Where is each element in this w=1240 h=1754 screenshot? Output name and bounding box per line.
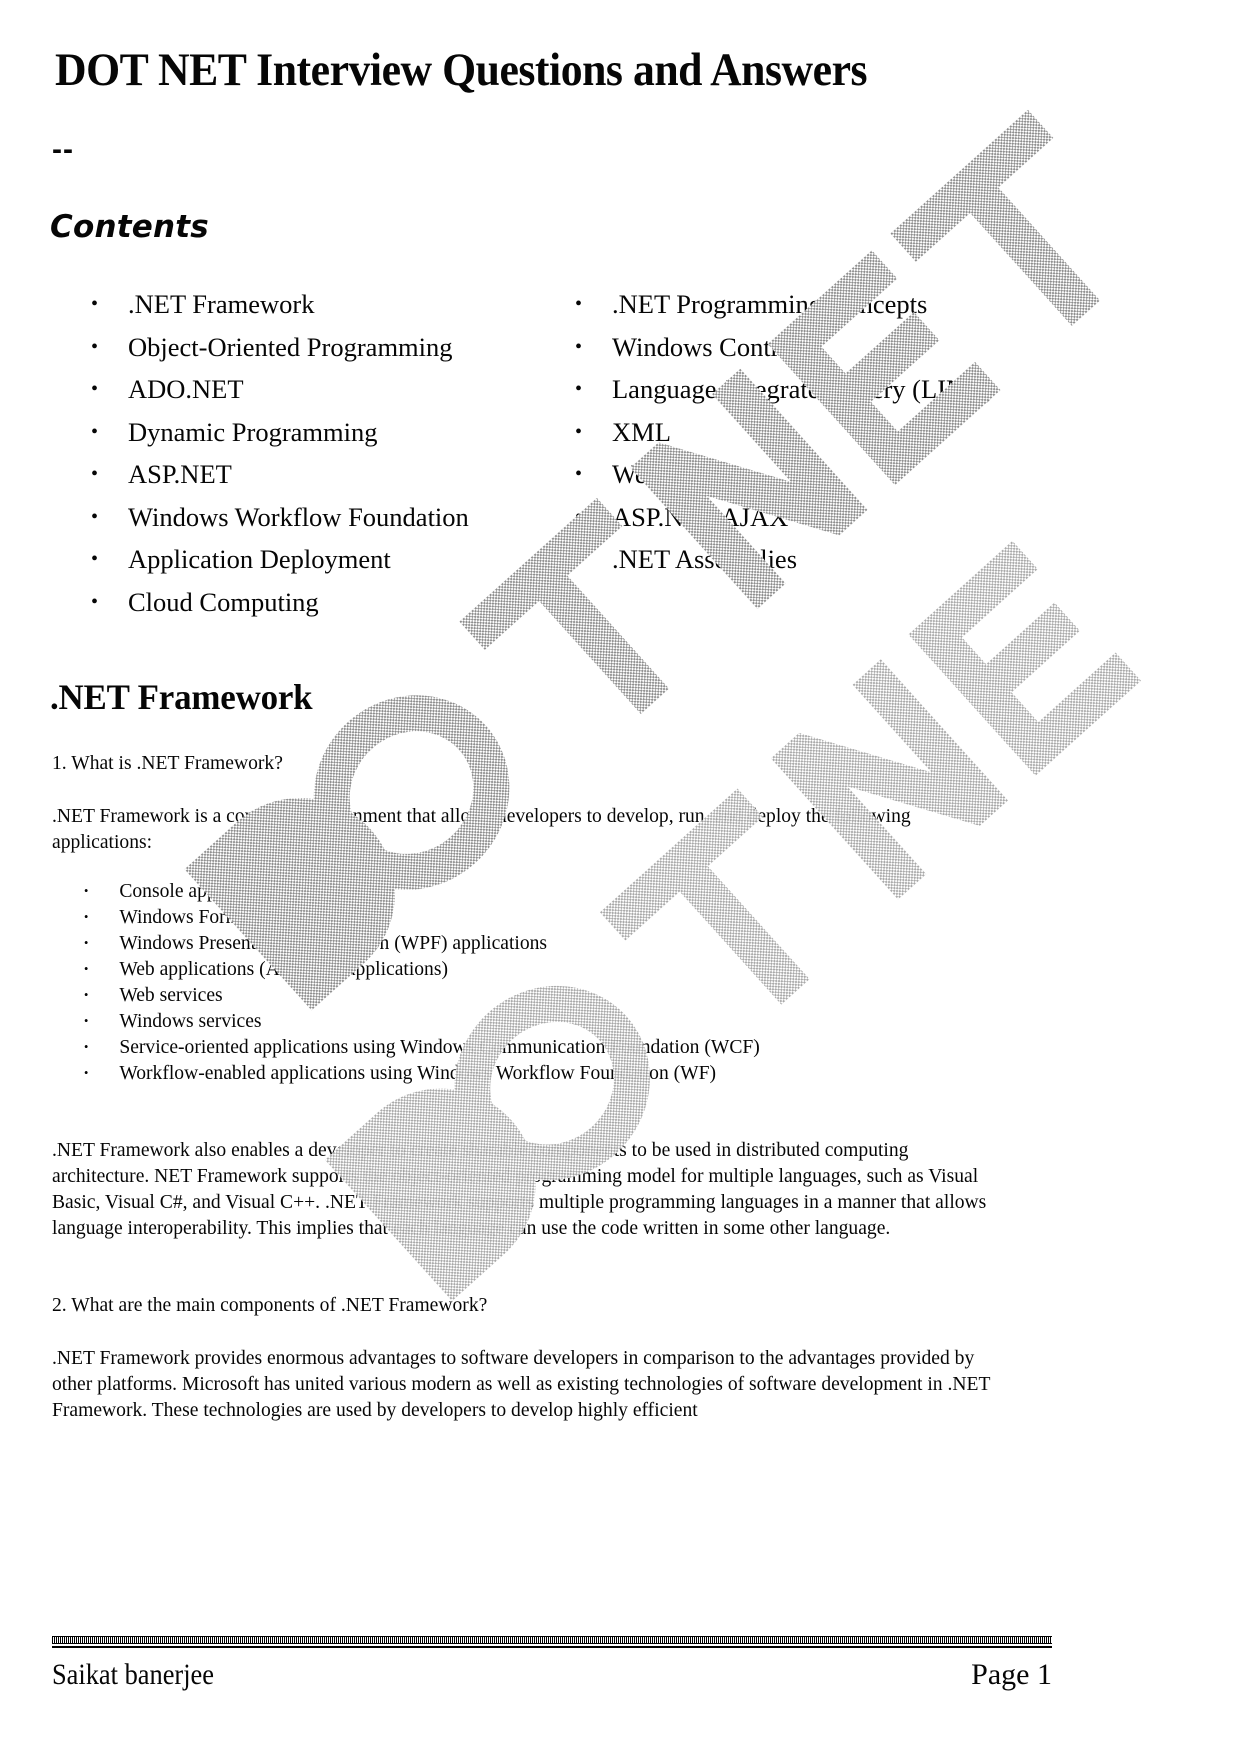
toc-item-label: Object-Oriented Programming bbox=[128, 331, 453, 362]
bullet-icon: • bbox=[575, 378, 583, 400]
list-item[interactable]: • Cloud Computing bbox=[88, 581, 558, 624]
list-item: • Service-oriented applications using Wi… bbox=[84, 1034, 1001, 1060]
list-item: • Workflow-enabled applications using Wi… bbox=[84, 1060, 1001, 1086]
bullet-icon: • bbox=[84, 935, 89, 950]
bullet-icon: • bbox=[91, 378, 99, 400]
bullet-icon: • bbox=[84, 961, 89, 976]
bullet-icon: • bbox=[575, 463, 583, 485]
list-item[interactable]: • Object-Oriented Programming bbox=[88, 326, 558, 369]
list-item[interactable]: • ASP.NET bbox=[88, 453, 558, 496]
toc-item-label: Web Services bbox=[612, 459, 757, 489]
footer-rule-thick bbox=[52, 1636, 1052, 1644]
list-item: • Windows services bbox=[84, 1008, 1001, 1034]
bullet-icon: • bbox=[91, 293, 99, 315]
bullet-icon: • bbox=[84, 1039, 89, 1054]
section-heading: .NET Framework bbox=[50, 677, 313, 717]
list-item-label: Windows services bbox=[119, 1010, 262, 1032]
list-item: • Console applications bbox=[84, 878, 1001, 904]
contents-heading: Contents bbox=[50, 209, 209, 245]
list-item[interactable]: • Web Services bbox=[572, 453, 1092, 496]
list-item[interactable]: • .NET Assemblies bbox=[572, 538, 1092, 581]
bullet-icon: • bbox=[84, 987, 89, 1002]
list-item-label: Windows Forms applications bbox=[119, 906, 349, 928]
question-1-text: 1. What is .NET Framework? bbox=[52, 752, 283, 774]
bullet-icon: • bbox=[91, 463, 99, 485]
list-item-label: Service-oriented applications using Wind… bbox=[119, 1036, 760, 1058]
bullet-icon: • bbox=[575, 335, 583, 358]
list-item: • Web applications (ASP.NET applications… bbox=[84, 956, 1001, 982]
answer-1-intro-paragraph: .NET Framework is a complete environment… bbox=[52, 805, 911, 853]
list-item[interactable]: • Dynamic Programming bbox=[88, 411, 558, 454]
bullet-icon: • bbox=[575, 548, 583, 570]
list-item-label: Console applications bbox=[119, 880, 284, 902]
list-item-label: Workflow-enabled applications using Wind… bbox=[119, 1062, 717, 1084]
title-separator: -- bbox=[52, 133, 74, 166]
list-item[interactable]: • Windows Controls bbox=[572, 326, 1092, 369]
list-item[interactable]: • Windows Workflow Foundation bbox=[88, 496, 558, 539]
bullet-icon: • bbox=[91, 590, 99, 613]
bullet-icon: • bbox=[84, 1013, 89, 1028]
bullet-icon: • bbox=[575, 505, 583, 528]
toc-item-label: Windows Workflow Foundation bbox=[128, 501, 469, 532]
list-item[interactable]: • Language-Integrated Query (LINQ) bbox=[572, 368, 1092, 411]
list-item[interactable]: • XML bbox=[572, 411, 1092, 454]
answer-1-body-paragraph: .NET Framework also enables a developer … bbox=[52, 1139, 987, 1239]
toc-item-label: Language-Integrated Query (LINQ) bbox=[612, 374, 994, 404]
toc-column-right: • .NET Programming Concepts • Windows Co… bbox=[572, 283, 1092, 581]
list-item[interactable]: • ADO.NET bbox=[88, 368, 558, 411]
footer-divider bbox=[52, 1636, 1052, 1648]
toc-item-label: ADO.NET bbox=[128, 374, 244, 404]
page-title: DOT NET Interview Questions and Answers bbox=[55, 44, 868, 96]
toc-item-label: .NET Programming Concepts bbox=[612, 289, 928, 319]
bullet-icon: • bbox=[575, 420, 583, 443]
footer-author: Saikat banerjee bbox=[52, 1658, 214, 1691]
bullet-icon: • bbox=[91, 548, 99, 570]
bullet-icon: • bbox=[91, 505, 99, 528]
document-page: DOT NET Interview Questions and Answers … bbox=[0, 0, 1240, 1754]
list-item: • Windows Forms applications bbox=[84, 904, 1001, 930]
list-item-label: Windows Presentation Foundation (WPF) ap… bbox=[119, 932, 548, 954]
question-2-text: 2. What are the main components of .NET … bbox=[52, 1294, 488, 1316]
list-item[interactable]: • Application Deployment bbox=[88, 538, 558, 581]
list-item-label: Web services bbox=[119, 984, 223, 1006]
list-item: • Windows Presentation Foundation (WPF) … bbox=[84, 930, 1001, 956]
toc-item-label: ASP.NET bbox=[128, 459, 232, 489]
footer-rule-thin bbox=[52, 1646, 1052, 1648]
toc-item-label: XML bbox=[612, 416, 671, 447]
footer-page-number: Page 1 bbox=[971, 1658, 1052, 1691]
page-content: DOT NET Interview Questions and Answers … bbox=[0, 0, 1240, 1754]
bullet-icon: • bbox=[91, 420, 99, 443]
list-item[interactable]: • ASP.NET AJAX bbox=[572, 496, 1092, 539]
bullet-icon: • bbox=[91, 335, 99, 358]
toc-item-label: Cloud Computing bbox=[128, 586, 319, 617]
bullet-icon: • bbox=[84, 909, 89, 924]
toc-item-label: Application Deployment bbox=[128, 544, 391, 574]
bullet-icon: • bbox=[575, 293, 583, 315]
answer-1-list: • Console applications • Windows Forms a… bbox=[84, 878, 1001, 1086]
list-item[interactable]: • .NET Framework bbox=[88, 283, 558, 326]
list-item-label: Web applications (ASP.NET applications) bbox=[119, 958, 448, 980]
bullet-icon: • bbox=[84, 883, 89, 898]
footer: Saikat banerjee Page 1 bbox=[52, 1658, 1052, 1692]
toc-item-label: Dynamic Programming bbox=[128, 416, 378, 447]
toc-column-left: • .NET Framework • Object-Oriented Progr… bbox=[88, 283, 558, 623]
toc-item-label: ASP.NET AJAX bbox=[612, 501, 789, 532]
toc-item-label: .NET Assemblies bbox=[612, 544, 798, 574]
toc-item-label: .NET Framework bbox=[128, 289, 315, 319]
list-item: • Web services bbox=[84, 982, 1001, 1008]
toc-item-label: Windows Controls bbox=[612, 331, 811, 362]
list-item[interactable]: • .NET Programming Concepts bbox=[572, 283, 1092, 326]
answer-2-body-paragraph: .NET Framework provides enormous advanta… bbox=[52, 1347, 991, 1421]
bullet-icon: • bbox=[84, 1065, 89, 1080]
